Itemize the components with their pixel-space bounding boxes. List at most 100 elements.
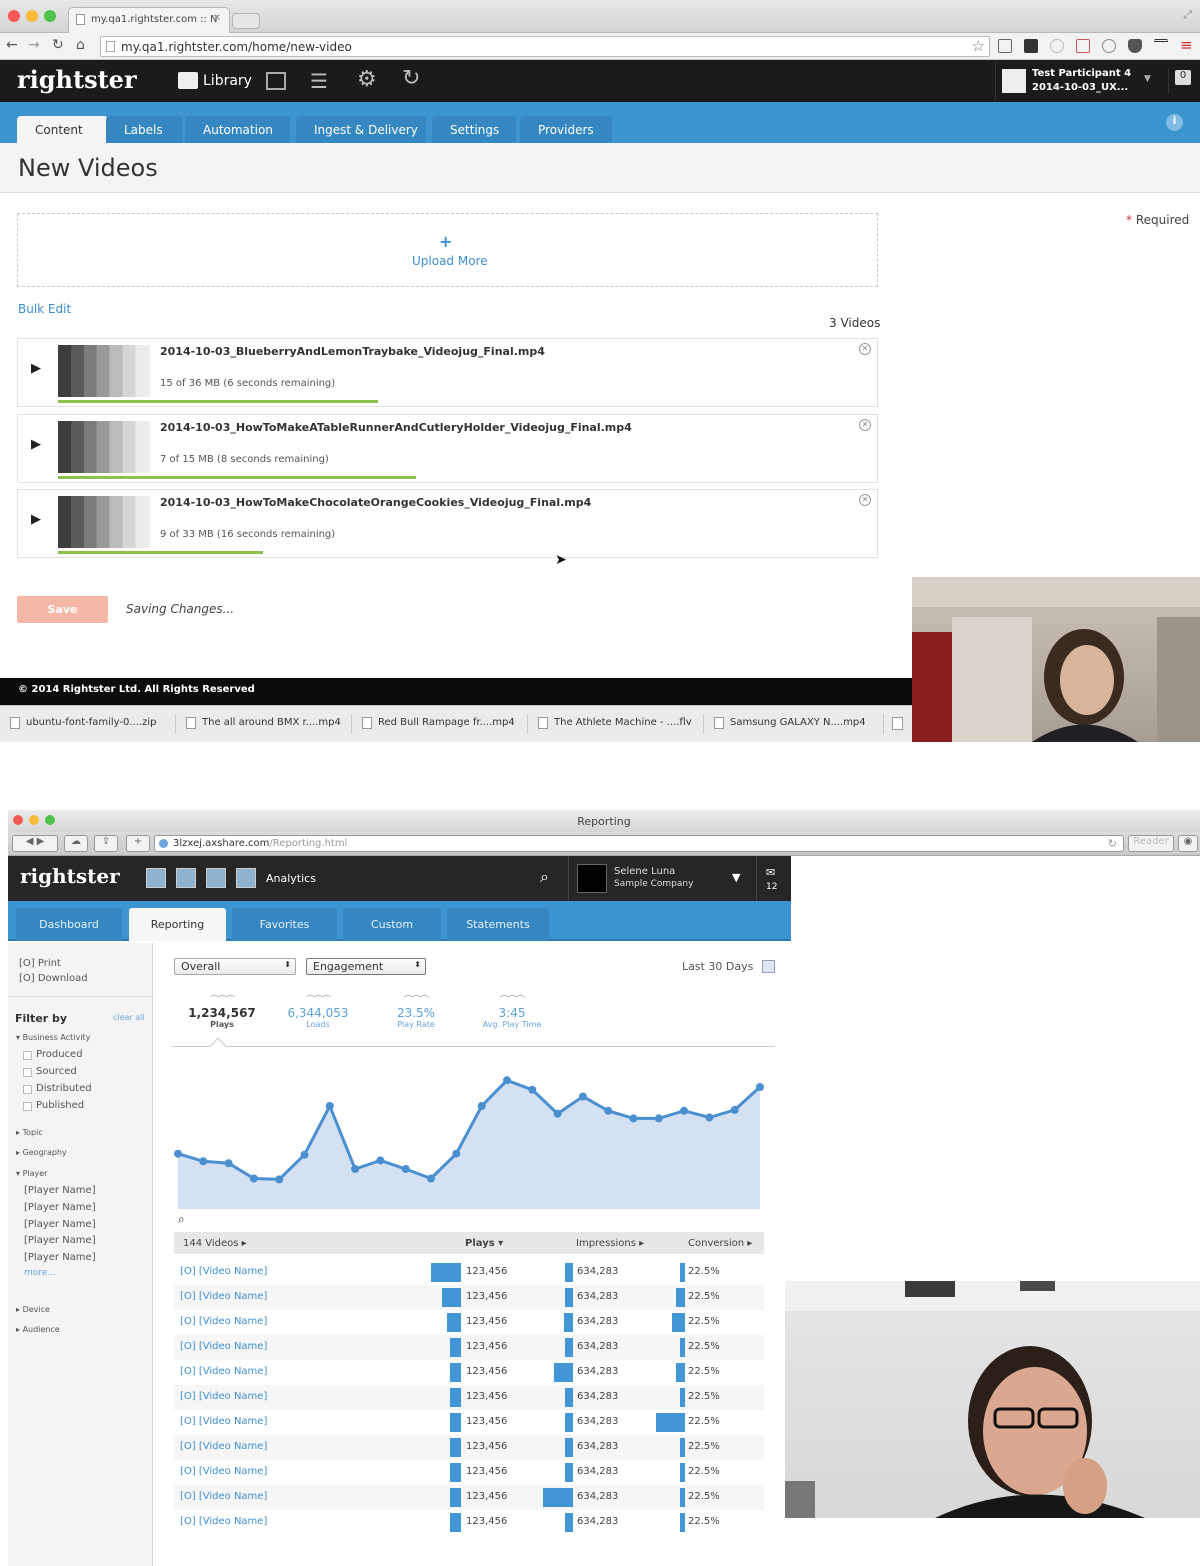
search-icon[interactable]: ⌕ — [540, 867, 549, 887]
date-range[interactable]: Last 30 Days — [682, 960, 753, 973]
download-item[interactable]: Samsung GALAXY N....mp4 — [708, 714, 884, 734]
image-icon[interactable] — [146, 868, 166, 888]
play-icon[interactable]: ▶ — [31, 512, 41, 527]
close-icon[interactable]: ✕ — [859, 494, 871, 506]
chart-point[interactable] — [730, 1105, 739, 1114]
library-nav-label[interactable]: Library — [203, 73, 252, 89]
back-forward-buttons[interactable]: ◀ ▶ — [12, 835, 58, 852]
table-row[interactable]: [O] [Video Name] 123,456 634,283 22.5% — [174, 1310, 764, 1335]
chart-point[interactable] — [654, 1114, 663, 1123]
download-item[interactable]: The Athlete Machine - ....flv — [532, 714, 704, 734]
home-icon[interactable]: ⌂ — [76, 37, 85, 53]
topic-toggle[interactable]: ▸ Topic — [16, 1128, 43, 1137]
chart-point[interactable] — [275, 1175, 284, 1184]
zoom-window-button[interactable] — [44, 10, 56, 22]
device-toggle[interactable]: ▸ Device — [16, 1305, 50, 1314]
fullscreen-icon[interactable]: ⤢ — [1183, 8, 1192, 22]
calendar-icon[interactable] — [762, 960, 775, 973]
close-icon[interactable]: ✕ — [859, 343, 871, 355]
tab-automation[interactable]: Automation — [185, 116, 290, 143]
close-icon[interactable]: ✕ — [859, 418, 871, 431]
chart-point[interactable] — [756, 1083, 764, 1091]
extension-icon[interactable] — [1102, 39, 1116, 53]
table-row[interactable]: [O] [Video Name] 123,456 634,283 22.5% — [174, 1285, 764, 1310]
tab-reporting[interactable]: Reporting — [129, 908, 226, 941]
player-item[interactable]: [Player Name] — [24, 1252, 96, 1263]
image-icon[interactable] — [206, 868, 226, 888]
col-videos[interactable]: 144 Videos ▸ — [183, 1238, 247, 1249]
tab-providers[interactable]: Providers — [520, 116, 612, 143]
video-thumbnail[interactable] — [58, 345, 150, 397]
tab-content[interactable]: Content — [17, 116, 108, 143]
col-conversion[interactable]: Conversion ▸ — [688, 1238, 752, 1249]
chart-point[interactable] — [401, 1165, 410, 1173]
notifications-button[interactable]: 0 — [1168, 68, 1194, 94]
metric-select[interactable]: Engagement ⬍ — [306, 958, 426, 975]
table-row[interactable]: [O] [Video Name] 123,456 634,283 22.5% — [174, 1460, 764, 1485]
save-button[interactable]: Save — [17, 596, 108, 623]
tab-custom[interactable]: Custom — [343, 908, 441, 941]
chart-point[interactable] — [477, 1102, 486, 1110]
chart-point[interactable] — [427, 1174, 435, 1183]
table-row[interactable]: [O] [Video Name] 123,456 634,283 22.5% — [174, 1335, 764, 1360]
video-name-link[interactable]: [O] [Video Name] — [180, 1266, 267, 1277]
published-checkbox[interactable] — [23, 1102, 32, 1111]
extension-icon[interactable] — [1050, 39, 1064, 53]
chart-point[interactable] — [629, 1114, 638, 1123]
sort-icon[interactable]: ☰ — [310, 69, 328, 93]
table-row[interactable]: [O] [Video Name] 123,456 634,283 22.5% — [174, 1260, 764, 1285]
table-row[interactable]: [O] [Video Name] 123,456 634,283 22.5% — [174, 1485, 764, 1510]
produced-checkbox[interactable] — [23, 1051, 32, 1060]
table-row[interactable]: [O] [Video Name] 123,456 634,283 22.5% — [174, 1510, 764, 1535]
chart-point[interactable] — [578, 1092, 587, 1101]
sourced-checkbox[interactable] — [23, 1068, 32, 1077]
distributed-checkbox[interactable] — [23, 1085, 32, 1094]
minimize-window-button[interactable] — [29, 815, 39, 825]
export-icon[interactable] — [266, 72, 286, 90]
video-upload-row[interactable]: ▶ 2014-10-03_HowToMakeChocolateOrangeCook… — [17, 489, 878, 558]
downloads-icon[interactable]: ◉ — [1178, 835, 1198, 852]
browser-tab[interactable]: my.qa1.rightster.com :: N ✕ — [68, 7, 230, 33]
chart-point[interactable] — [553, 1109, 562, 1118]
icloud-icon[interactable]: ☁ — [64, 835, 88, 852]
rightster-logo[interactable]: rightster — [17, 65, 137, 94]
more-players-link[interactable]: more... — [24, 1268, 56, 1278]
video-name-link[interactable]: [O] [Video Name] — [180, 1466, 267, 1477]
video-name-link[interactable]: [O] [Video Name] — [180, 1416, 267, 1427]
library-icon[interactable] — [178, 72, 198, 89]
chart-point[interactable] — [528, 1085, 537, 1094]
video-name-link[interactable]: [O] [Video Name] — [180, 1366, 267, 1377]
chart-point[interactable] — [249, 1174, 258, 1183]
play-icon[interactable]: ▶ — [31, 437, 41, 452]
video-name-link[interactable]: [O] [Video Name] — [180, 1391, 267, 1402]
table-row[interactable]: [O] [Video Name] 123,456 634,283 22.5% — [174, 1435, 764, 1460]
play-icon[interactable]: ▶ — [31, 361, 41, 376]
print-link[interactable]: [O] Print — [19, 958, 61, 969]
geography-toggle[interactable]: ▸ Geography — [16, 1148, 67, 1157]
chart-point[interactable] — [705, 1113, 714, 1122]
col-plays[interactable]: Plays ▾ — [465, 1238, 503, 1249]
download-link[interactable]: [O] Download — [19, 973, 88, 984]
close-tab-icon[interactable]: ✕ — [213, 13, 221, 24]
chart-point[interactable] — [351, 1165, 360, 1173]
player-item[interactable]: [Player Name] — [24, 1235, 96, 1246]
metric-loads[interactable]: ⌒⌒⌒ 6,344,053 Loads — [278, 993, 358, 1029]
chart-point[interactable] — [224, 1159, 233, 1168]
chart-point[interactable] — [452, 1149, 461, 1158]
cast-icon[interactable] — [998, 39, 1012, 53]
chart-point[interactable] — [300, 1150, 309, 1159]
video-name-link[interactable]: [O] [Video Name] — [180, 1516, 267, 1527]
chart-point[interactable] — [325, 1102, 334, 1110]
upload-more-link[interactable]: Upload More — [412, 254, 488, 268]
image-icon[interactable] — [236, 868, 256, 888]
video-thumbnail[interactable] — [58, 420, 150, 473]
clear-all-link[interactable]: clear all — [113, 1013, 145, 1022]
metric-plays[interactable]: ⌒⌒⌒ 1,234,567 Plays — [183, 993, 261, 1029]
download-item[interactable]: Red Bull Rampage fr....mp4 — [356, 714, 528, 734]
table-row[interactable]: [O] [Video Name] 123,456 634,283 22.5% — [174, 1385, 764, 1410]
gear-icon[interactable]: ⚙ — [357, 67, 377, 92]
share-icon[interactable]: ⇪ — [94, 835, 118, 852]
col-impressions[interactable]: Impressions ▸ — [576, 1238, 644, 1249]
new-tab-button[interactable] — [232, 13, 260, 29]
tab-ingest-delivery[interactable]: Ingest & Delivery — [296, 116, 426, 143]
